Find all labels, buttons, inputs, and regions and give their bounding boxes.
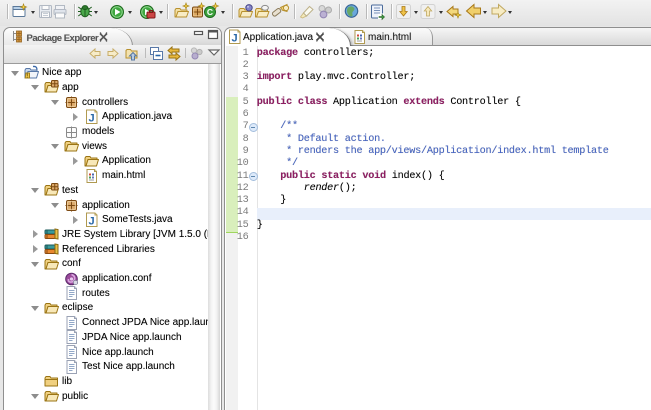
svg-text:C: C — [207, 7, 213, 17]
